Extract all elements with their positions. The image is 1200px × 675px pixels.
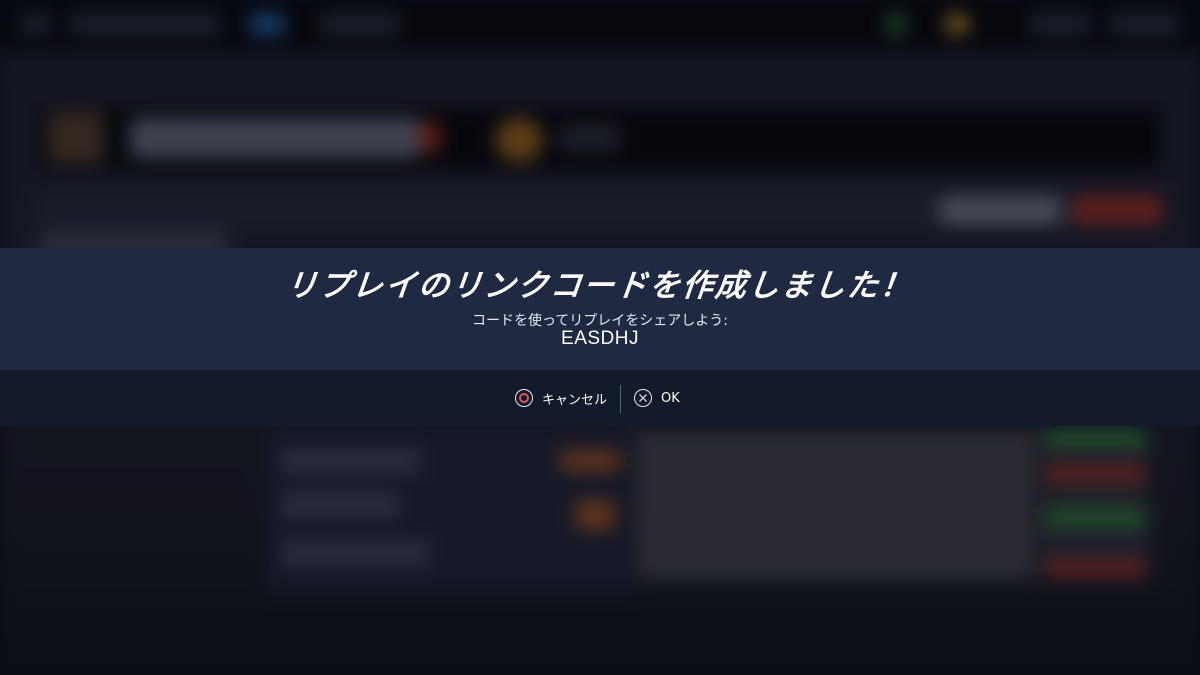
ok-button[interactable]: OK: [634, 386, 680, 410]
dialog-message: コードを使ってリプレイをシェアしよう:: [471, 313, 729, 329]
dialog-title: リプレイのリンクコードを作成しました！: [284, 268, 916, 304]
cancel-button-label: キャンセル: [542, 392, 608, 408]
cancel-button[interactable]: キャンセル: [515, 386, 607, 410]
replay-code-dialog: リプレイのリンクコードを作成しました！ コードを使ってリプレイをシェアしよう: …: [0, 248, 1200, 426]
ok-button-label: OK: [661, 390, 680, 406]
circle-button-icon: [515, 389, 533, 407]
game-screen: リプレイのリンクコードを作成しました！ コードを使ってリプレイをシェアしよう: …: [0, 0, 1200, 675]
cross-button-icon: [634, 389, 652, 407]
replay-link-code: EASDHJ: [561, 328, 639, 349]
button-divider: [620, 385, 621, 413]
